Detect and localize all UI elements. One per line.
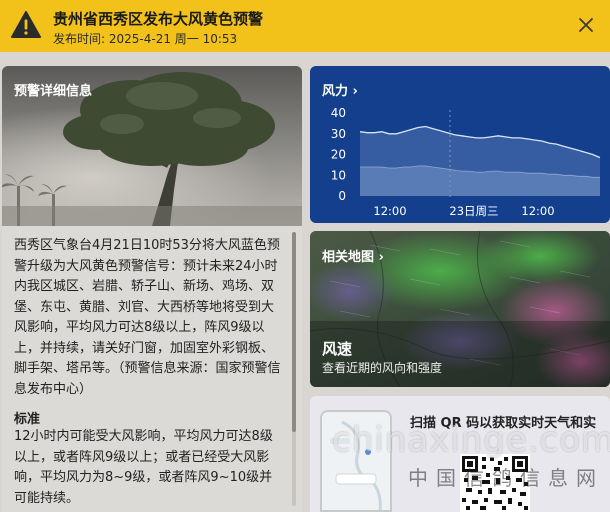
y-tick-label: 0 xyxy=(338,189,346,203)
related-map-card[interactable]: 相关地图 › 风速 查看近期的风向和强度 xyxy=(310,231,610,387)
close-icon[interactable] xyxy=(574,13,598,37)
x-tick-label: 12:00 xyxy=(373,204,406,218)
wind-speed-description: 查看近期的风向和强度 xyxy=(322,361,443,375)
scrollbar-thumb[interactable] xyxy=(292,232,296,432)
y-tick-label: 10 xyxy=(331,168,346,182)
x-tick-label: 23日周三 xyxy=(449,204,498,218)
wind-title[interactable]: 风力 › xyxy=(322,80,358,99)
alert-banner: 贵州省西秀区发布大风黄色预警 发布时间: 2025-4-21 周一 10:53 xyxy=(0,0,610,52)
y-tick-label: 40 xyxy=(331,106,346,120)
standard-description: 12小时内可能受大风影响，平均风力可达8级以上，或者阵风9级以上；或者已经受大风… xyxy=(14,429,273,506)
detail-heading: 预警详细信息 xyxy=(14,84,93,99)
x-tick-label: 12:00 xyxy=(521,204,554,218)
detail-scroll-area[interactable]: 西秀区气象台4月21日10时53分将大风蓝色预警升级为大风黄色预警信号：预计未来… xyxy=(2,226,302,512)
warning-description: 西秀区气象台4月21日10时53分将大风蓝色预警升级为大风黄色预警信号：预计未来… xyxy=(14,238,281,397)
watermark-chinese: 中国信鸽信息网 xyxy=(408,466,604,490)
watermark-latin: chinaxinge.com xyxy=(332,420,610,460)
alert-title: 贵州省西秀区发布大风黄色预警 xyxy=(53,10,264,28)
alert-publish-time: 发布时间: 2025-4-21 周一 10:53 xyxy=(53,32,238,46)
wind-speed-label: 风速 xyxy=(322,340,353,358)
warning-triangle-icon xyxy=(11,11,41,38)
y-tick-label: 30 xyxy=(331,127,346,141)
scrollbar[interactable] xyxy=(292,232,296,506)
related-map-title[interactable]: 相关地图 › xyxy=(322,246,384,265)
standard-heading: 标准 xyxy=(14,412,41,427)
warning-detail-card: 预警详细信息 西秀区气象台4月21日10时53分将大风蓝色预警升级为大风黄色预警… xyxy=(2,66,302,512)
y-tick-label: 20 xyxy=(331,148,346,162)
wind-force-card[interactable]: 40 30 20 10 0 12:00 23日周三 12:00 风力 › xyxy=(310,66,610,223)
